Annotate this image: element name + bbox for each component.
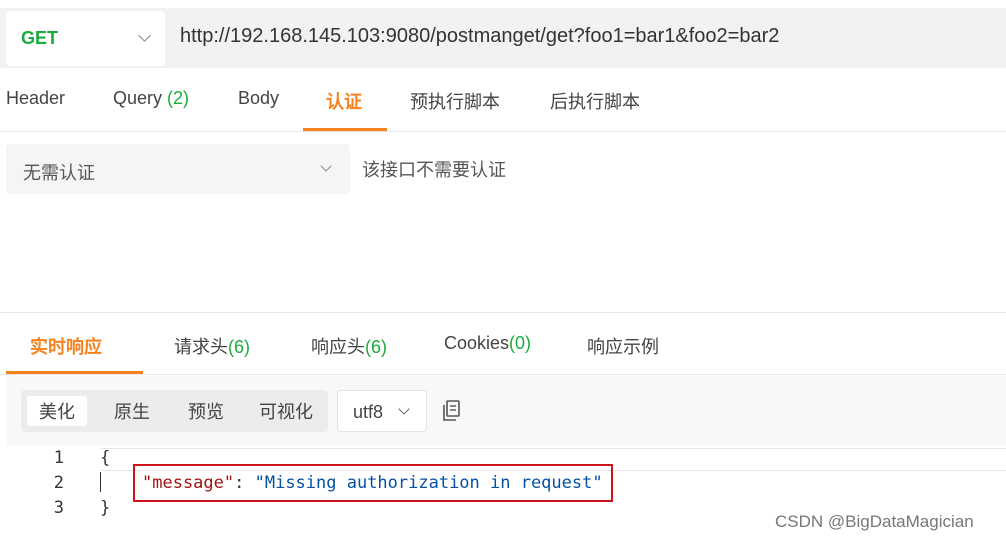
tab-cookies[interactable]: Cookies(0)	[444, 333, 531, 354]
code-open-brace: {	[100, 448, 111, 468]
tab-body[interactable]: Body	[238, 88, 279, 109]
tab-request-headers-label: 请求头	[174, 337, 228, 357]
active-tab-indicator	[303, 128, 387, 131]
visualize-button[interactable]: 可视化	[248, 396, 324, 426]
chevron-down-icon	[138, 29, 151, 42]
tab-realtime-response[interactable]: 实时响应	[30, 333, 102, 359]
chevron-down-icon	[320, 160, 332, 172]
tab-query[interactable]: Query (2)	[113, 88, 189, 109]
request-tabs: Header Query (2) Body 认证 预执行脚本 后执行脚本	[0, 76, 1006, 132]
response-tabs: 实时响应 请求头(6) 响应头(6) Cookies(0) 响应示例	[0, 313, 1006, 375]
active-response-tab-indicator	[6, 371, 143, 374]
tab-auth[interactable]: 认证	[326, 88, 362, 114]
tab-request-headers-count: (6)	[228, 337, 250, 357]
url-input[interactable]: http://192.168.145.103:9080/postmanget/g…	[180, 25, 779, 48]
method-label: GET	[21, 28, 59, 48]
encoding-label: utf8	[353, 402, 384, 422]
auth-type-select[interactable]: 无需认证	[6, 144, 350, 194]
chevron-down-icon	[398, 403, 410, 415]
tab-query-label: Query	[113, 88, 163, 108]
tab-query-count: (2)	[167, 88, 190, 108]
text-cursor	[100, 472, 101, 492]
annotation-highlight-box	[133, 464, 613, 502]
tab-post-script[interactable]: 后执行脚本	[550, 88, 640, 114]
watermark: CSDN @BigDataMagician	[775, 512, 974, 531]
pretty-button[interactable]: 美化	[27, 396, 87, 426]
preview-button[interactable]: 预览	[174, 396, 238, 426]
tab-cookies-count: (0)	[509, 333, 532, 353]
tab-header[interactable]: Header	[6, 88, 65, 109]
raw-button[interactable]: 原生	[101, 396, 163, 426]
view-mode-group: 美化 原生 预览 可视化	[21, 390, 328, 432]
tab-request-headers[interactable]: 请求头(6)	[174, 333, 250, 359]
auth-type-label: 无需认证	[23, 163, 95, 183]
method-select[interactable]: GET	[6, 11, 165, 66]
request-url-row: GET http://192.168.145.103:9080/postmang…	[0, 0, 1006, 76]
auth-hint: 该接口不需要认证	[362, 160, 506, 180]
tab-response-headers-count: (6)	[365, 337, 387, 357]
tab-pre-script[interactable]: 预执行脚本	[410, 88, 500, 114]
tab-response-headers[interactable]: 响应头(6)	[311, 333, 387, 359]
tab-response-headers-label: 响应头	[311, 337, 365, 357]
tab-cookies-label: Cookies	[444, 333, 510, 353]
response-toolbar: 美化 原生 预览 可视化 utf8	[6, 376, 1006, 446]
line-number: 2	[53, 473, 64, 493]
code-close-brace: }	[100, 498, 111, 518]
encoding-select[interactable]: utf8	[337, 390, 427, 432]
line-number: 1	[53, 448, 64, 468]
tab-response-examples[interactable]: 响应示例	[587, 333, 659, 359]
line-number: 3	[53, 498, 64, 518]
copy-icon[interactable]	[443, 400, 461, 422]
